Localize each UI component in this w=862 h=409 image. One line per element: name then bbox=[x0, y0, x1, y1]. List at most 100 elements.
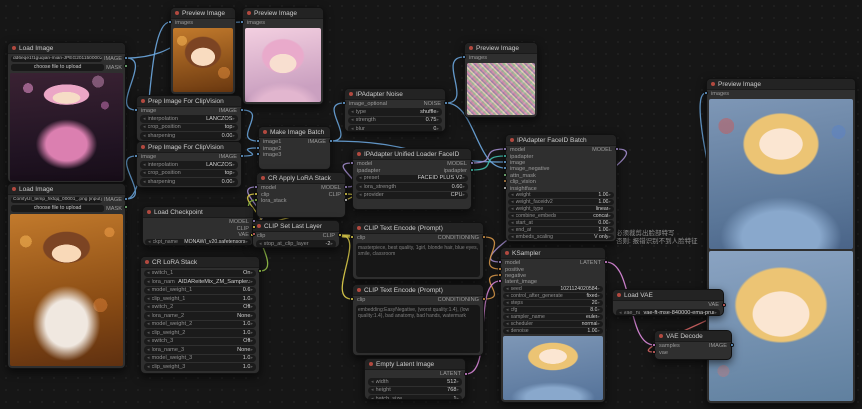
port-dot[interactable] bbox=[652, 343, 656, 347]
port-dot[interactable] bbox=[124, 205, 128, 209]
decrement-arrow-icon[interactable]: ◂ bbox=[506, 293, 509, 299]
node-preview-noise[interactable]: Preview Imageimages bbox=[464, 42, 538, 118]
node-header[interactable]: CLIP Text Encode (Prompt) bbox=[353, 285, 483, 296]
increment-arrow-icon[interactable]: ▸ bbox=[462, 184, 465, 190]
decrement-arrow-icon[interactable]: ◂ bbox=[351, 117, 354, 123]
decrement-arrow-icon[interactable]: ◂ bbox=[147, 304, 150, 310]
node-load-image-2[interactable]: Load ImageComfyUI_temp_hkfqq_00001_.png … bbox=[7, 183, 126, 369]
decrement-arrow-icon[interactable]: ◂ bbox=[511, 213, 514, 219]
node-header[interactable]: Preview Image bbox=[465, 43, 537, 54]
decrement-arrow-icon[interactable]: ◂ bbox=[143, 162, 146, 168]
increment-arrow-icon[interactable]: ▸ bbox=[436, 126, 439, 131]
node-prep-image-1[interactable]: Prep Image For ClipVisionimageIMAGE◂inte… bbox=[136, 95, 242, 142]
decrement-arrow-icon[interactable]: ◂ bbox=[147, 338, 150, 344]
port-dot[interactable] bbox=[464, 372, 468, 376]
port-dot[interactable] bbox=[342, 101, 346, 105]
port-dot[interactable] bbox=[168, 20, 172, 24]
collapse-toggle-icon[interactable] bbox=[147, 210, 151, 214]
port-dot[interactable] bbox=[498, 267, 502, 271]
widget-crop_position[interactable]: ◂crop_positiontop▸ bbox=[140, 170, 238, 178]
widget-model_weight_3[interactable]: ◂model_weight_31.0▸ bbox=[144, 355, 256, 363]
decrement-arrow-icon[interactable]: ◂ bbox=[143, 116, 146, 122]
widget-switch_2[interactable]: ◂switch_2Off▸ bbox=[144, 304, 256, 312]
widget-width[interactable]: ◂width512▸ bbox=[368, 378, 462, 386]
port-dot[interactable] bbox=[240, 108, 244, 112]
decrement-arrow-icon[interactable]: ◂ bbox=[359, 184, 362, 190]
port-dot[interactable] bbox=[652, 350, 656, 354]
increment-arrow-icon[interactable]: ▸ bbox=[250, 313, 253, 319]
widget-switch_3[interactable]: ◂switch_3Off▸ bbox=[144, 338, 256, 346]
node-cr-apply-lora-stack[interactable]: CR Apply LoRA StackmodelMODELclipCLIPlor… bbox=[256, 172, 346, 218]
port-dot[interactable] bbox=[503, 147, 507, 151]
port-dot[interactable] bbox=[482, 235, 486, 239]
decrement-arrow-icon[interactable]: ◂ bbox=[148, 239, 151, 245]
widget-blur[interactable]: ◂blur0▸ bbox=[348, 125, 442, 131]
widget-interpolation[interactable]: ◂interpolationLANCZOS▸ bbox=[140, 161, 238, 169]
node-ipadapter-noise[interactable]: IPAdapter Noiseimage_optionalNOISE◂types… bbox=[344, 88, 446, 132]
decrement-arrow-icon[interactable]: ◂ bbox=[147, 296, 150, 302]
node-ipadapter-unified-loader[interactable]: IPAdapter Unified Loader FaceIDmodelMODE… bbox=[352, 148, 472, 210]
port-dot[interactable] bbox=[256, 152, 260, 156]
decrement-arrow-icon[interactable]: ◂ bbox=[359, 175, 362, 181]
increment-arrow-icon[interactable]: ▸ bbox=[250, 338, 253, 344]
node-clip-text-encode-positive[interactable]: CLIP Text Encode (Prompt)clipCONDITIONIN… bbox=[352, 222, 484, 280]
node-header[interactable]: CR Apply LoRA Stack bbox=[257, 173, 345, 184]
node-load-image-1[interactable]: Load Image dd6eqe1f1guqian-mian-JPEG20115… bbox=[7, 42, 126, 183]
port-dot[interactable] bbox=[350, 297, 354, 301]
port-dot[interactable] bbox=[444, 101, 448, 105]
decrement-arrow-icon[interactable]: ◂ bbox=[147, 347, 150, 353]
collapse-toggle-icon[interactable] bbox=[505, 251, 509, 255]
node-header[interactable]: Load Image bbox=[8, 43, 125, 54]
port-dot[interactable] bbox=[503, 186, 507, 190]
increment-arrow-icon[interactable]: ▸ bbox=[608, 213, 611, 219]
widget-embeds_scaling[interactable]: ◂embeds_scalingV only▸ bbox=[508, 234, 614, 240]
collapse-toggle-icon[interactable] bbox=[145, 260, 149, 264]
widget-clip_weight_3[interactable]: ◂clip_weight_31.0▸ bbox=[144, 363, 256, 371]
collapse-toggle-icon[interactable] bbox=[469, 46, 473, 50]
collapse-toggle-icon[interactable] bbox=[349, 92, 353, 96]
decrement-arrow-icon[interactable]: ◂ bbox=[506, 328, 509, 334]
increment-arrow-icon[interactable]: ▸ bbox=[250, 296, 253, 302]
port-dot[interactable] bbox=[256, 139, 260, 143]
increment-arrow-icon[interactable]: ▸ bbox=[232, 116, 235, 122]
collapse-toggle-icon[interactable] bbox=[357, 226, 361, 230]
decrement-arrow-icon[interactable]: ◂ bbox=[147, 355, 150, 361]
increment-arrow-icon[interactable]: ▸ bbox=[456, 379, 459, 385]
prompt-textarea[interactable]: masterpiece, best quality, 1girl, blonde… bbox=[356, 243, 480, 277]
port-dot[interactable] bbox=[329, 139, 333, 143]
increment-arrow-icon[interactable]: ▸ bbox=[250, 287, 253, 293]
increment-arrow-icon[interactable]: ▸ bbox=[436, 117, 439, 123]
collapse-toggle-icon[interactable] bbox=[175, 11, 179, 15]
collapse-toggle-icon[interactable] bbox=[617, 293, 621, 297]
node-header[interactable]: CLIP Text Encode (Prompt) bbox=[353, 223, 483, 234]
port-dot[interactable] bbox=[722, 303, 726, 307]
node-header[interactable]: CR LoRA Stack bbox=[141, 257, 259, 268]
port-dot[interactable] bbox=[344, 185, 348, 189]
widget-model_weight_2[interactable]: ◂model_weight_21.0▸ bbox=[144, 321, 256, 329]
widget-cfg[interactable]: ◂cfg8.0▸ bbox=[503, 307, 603, 313]
increment-arrow-icon[interactable]: ▸ bbox=[597, 293, 600, 299]
collapse-toggle-icon[interactable] bbox=[263, 130, 267, 134]
increment-arrow-icon[interactable]: ▸ bbox=[232, 124, 235, 130]
decrement-arrow-icon[interactable]: ◂ bbox=[506, 314, 509, 320]
increment-arrow-icon[interactable]: ▸ bbox=[245, 239, 248, 245]
widget-lora_name_2[interactable]: ◂lora_name_2None▸ bbox=[144, 312, 256, 320]
upload-button[interactable]: choose file to upload bbox=[11, 64, 104, 71]
image-filename-combo[interactable]: dd6eqe1f1guqian-mian-JPEG20115000029.png… bbox=[11, 56, 102, 62]
port-dot[interactable] bbox=[615, 147, 619, 151]
increment-arrow-icon[interactable]: ▸ bbox=[608, 199, 611, 205]
decrement-arrow-icon[interactable]: ◂ bbox=[359, 192, 362, 198]
port-dot[interactable] bbox=[240, 154, 244, 158]
node-vae-decode[interactable]: VAE DecodesamplesIMAGEvae bbox=[654, 330, 732, 360]
increment-arrow-icon[interactable]: ▸ bbox=[330, 241, 333, 247]
decrement-arrow-icon[interactable]: ◂ bbox=[511, 227, 514, 233]
port-dot[interactable] bbox=[503, 173, 507, 177]
node-header[interactable]: Preview Image bbox=[243, 8, 323, 19]
decrement-arrow-icon[interactable]: ◂ bbox=[351, 109, 354, 115]
decrement-arrow-icon[interactable]: ◂ bbox=[143, 124, 146, 130]
increment-arrow-icon[interactable]: ▸ bbox=[250, 364, 253, 370]
decrement-arrow-icon[interactable]: ◂ bbox=[511, 206, 514, 212]
port-dot[interactable] bbox=[482, 297, 486, 301]
increment-arrow-icon[interactable]: ▸ bbox=[250, 330, 253, 336]
collapse-toggle-icon[interactable] bbox=[141, 99, 145, 103]
